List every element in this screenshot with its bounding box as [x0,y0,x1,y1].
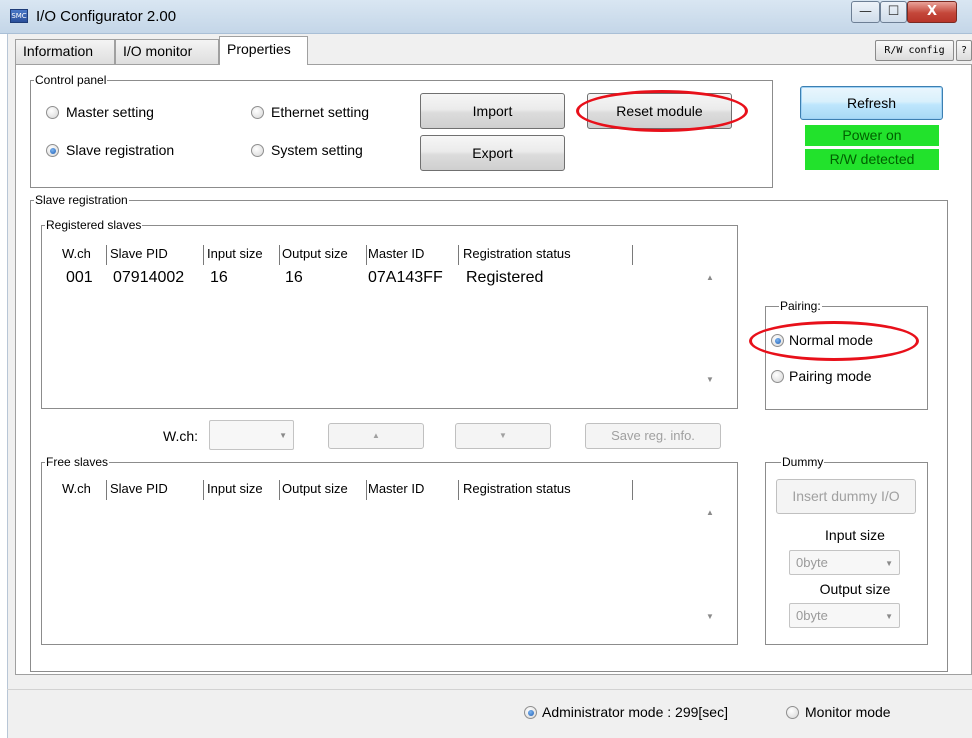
output-size-dropdown[interactable]: 0byte ▼ [789,603,900,628]
column-header-master-id[interactable]: Master ID [368,245,424,265]
slave-registration-radio[interactable] [46,144,59,157]
app-icon: SMC [10,9,28,23]
insert-dummy-io-button[interactable]: Insert dummy I/O [776,479,916,514]
wch-dropdown[interactable]: ▼ [209,420,294,450]
registered-slaves-legend: Registered slaves [45,218,143,232]
pairing-mode-radio[interactable] [771,370,784,383]
minimize-button[interactable]: — [851,1,880,23]
dropdown-arrow-icon: ▼ [885,612,893,621]
pairing-legend: Pairing: [779,299,822,313]
export-button[interactable]: Export [420,135,565,171]
table-cell-registration-status: Registered [466,269,544,286]
column-separator [106,480,107,500]
table-cell-output-size: 16 [285,269,303,286]
column-separator [458,480,459,500]
tab-io-monitor[interactable]: I/O monitor [115,39,219,64]
table-cell-wch: 001 [66,269,93,286]
close-button[interactable]: X [907,1,957,23]
column-separator [458,245,459,265]
system-setting-label: System setting [271,142,363,158]
scroll-down-arrow-icon[interactable]: ▼ [706,612,714,621]
master-setting-radio[interactable] [46,106,59,119]
column-header-slave-pid[interactable]: Slave PID [110,480,168,500]
import-button[interactable]: Import [420,93,565,129]
rw-status-indicator: R/W detected [805,149,939,170]
dummy-legend: Dummy [781,455,825,469]
control-panel-legend: Control panel [34,73,108,87]
column-header-master-id[interactable]: Master ID [368,480,424,500]
column-separator [632,245,633,265]
column-header-slave-pid[interactable]: Slave PID [110,245,168,265]
output-size-value: 0byte [796,608,828,623]
column-header-output-size[interactable]: Output size [282,245,348,265]
tab-properties[interactable]: Properties [219,36,308,65]
column-separator [366,245,367,265]
scroll-up-arrow-icon[interactable]: ▲ [706,273,714,282]
window-title: I/O Configurator 2.00 [36,8,177,25]
refresh-button[interactable]: Refresh [800,86,943,120]
administrator-mode-label: Administrator mode : 299[sec] [542,704,728,720]
normal-mode-highlight [749,321,919,361]
ethernet-setting-label: Ethernet setting [271,104,370,120]
scroll-up-arrow-icon[interactable]: ▲ [706,508,714,517]
slave-registration-legend: Slave registration [34,193,129,207]
column-header-input-size[interactable]: Input size [207,480,263,500]
free-slaves-legend: Free slaves [45,455,110,469]
move-down-button[interactable]: ▼ [455,423,551,449]
column-header-input-size[interactable]: Input size [207,245,263,265]
column-separator [203,480,204,500]
input-size-value: 0byte [796,555,828,570]
column-separator [279,245,280,265]
column-separator [632,480,633,500]
table-cell-slave-pid: 07914002 [113,269,185,286]
column-header-wch[interactable]: W.ch [62,480,91,500]
pairing-mode-label: Pairing mode [789,368,872,384]
column-header-registration-status[interactable]: Registration status [463,245,571,265]
dropdown-arrow-icon: ▼ [279,431,287,440]
column-header-registration-status[interactable]: Registration status [463,480,571,500]
column-separator [106,245,107,265]
reset-module-highlight [576,90,748,132]
help-button[interactable]: ? [956,40,972,61]
table-cell-input-size: 16 [210,269,228,286]
tab-information[interactable]: Information [15,39,115,64]
output-size-label: Output size [819,581,891,597]
input-size-label: Input size [825,527,885,543]
column-separator [203,245,204,265]
table-cell-master-id: 07A143FF [368,269,443,286]
column-header-wch[interactable]: W.ch [62,245,91,265]
monitor-mode-label: Monitor mode [805,704,891,720]
monitor-mode-radio[interactable] [786,706,799,719]
scroll-down-arrow-icon[interactable]: ▼ [706,375,714,384]
status-bar-divider [7,689,972,690]
dropdown-arrow-icon: ▼ [885,559,893,568]
column-header-output-size[interactable]: Output size [282,480,348,500]
master-setting-label: Master setting [66,104,154,120]
column-separator [366,480,367,500]
slave-registration-label: Slave registration [66,142,175,158]
input-size-dropdown[interactable]: 0byte ▼ [789,550,900,575]
system-setting-radio[interactable] [251,144,264,157]
maximize-button[interactable]: ☐ [880,1,907,23]
move-up-button[interactable]: ▲ [328,423,424,449]
administrator-mode-radio[interactable] [524,706,537,719]
ethernet-setting-radio[interactable] [251,106,264,119]
wch-label: W.ch: [163,428,199,444]
power-status-indicator: Power on [805,125,939,146]
save-reg-info-button[interactable]: Save reg. info. [585,423,721,449]
rw-config-button[interactable]: R/W config [875,40,954,61]
column-separator [279,480,280,500]
